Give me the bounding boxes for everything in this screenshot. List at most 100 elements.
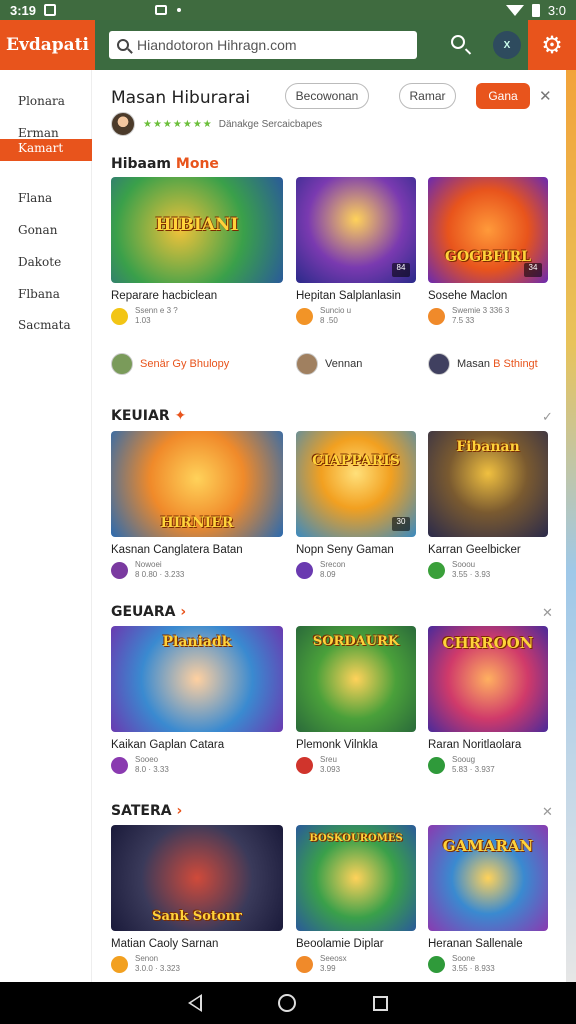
back-icon[interactable] [188, 994, 203, 1012]
game-thumbnail[interactable]: Sank Sotonr [111, 825, 283, 931]
game-title[interactable]: Matian Caoly Sarnan [111, 938, 231, 950]
sidebar-item-6[interactable]: Flbana [18, 287, 60, 301]
sidebar-item-7[interactable]: Sacmata [18, 318, 71, 332]
sidebar-item-5[interactable]: Dakote [18, 255, 61, 269]
search-box[interactable] [109, 31, 417, 59]
right-edge-decoration [566, 70, 576, 982]
meta-text: Dänakge Sercaicbapes [218, 118, 323, 130]
game-title[interactable]: Kaikan Gaplan Catara [111, 739, 231, 751]
game-title[interactable]: Sosehe Maclon [428, 290, 548, 302]
creator-chip[interactable]: Vennan [296, 353, 362, 375]
game-card[interactable]: CIAPPARIS 30 Nopn Seny Gaman Srecon 8.09 [296, 431, 416, 580]
game-thumbnail[interactable]: HIRNIER [111, 431, 283, 537]
creator-avatar [111, 353, 133, 375]
game-title[interactable]: Nopn Seny Gaman [296, 544, 416, 556]
system-nav-bar [0, 982, 576, 1024]
section-close-icon[interactable]: ✕ [542, 605, 553, 621]
outline-button-2[interactable]: Ramar [399, 83, 456, 109]
creator-avatar [296, 353, 318, 375]
message-icon [155, 5, 167, 15]
game-title[interactable]: Hepitan Salplanlasin [296, 290, 416, 302]
status-time: 3:19 [10, 2, 37, 18]
game-thumbnail[interactable]: Planiadk [111, 626, 283, 732]
game-card[interactable]: 84 Hepitan Salplanlasin Suncio u8 .50 [296, 177, 416, 326]
game-card[interactable]: Sank Sotonr Matian Caoly Sarnan Senon 3.0… [111, 825, 283, 974]
game-badge-icon [428, 561, 445, 579]
game-badge-icon [111, 756, 128, 774]
game-thumbnail[interactable]: BOSKOUROMES [296, 825, 416, 931]
game-card[interactable]: Planiadk Kaikan Gaplan Catara Sooeo 8.0 ·… [111, 626, 283, 775]
game-card[interactable]: BOSKOUROMES Beoolamie Diplar Seeosx 3.99 [296, 825, 416, 974]
creator-chip[interactable]: Senär Gy Bhulopy [111, 353, 229, 375]
recent-apps-icon[interactable] [372, 995, 388, 1011]
status-mid-icons [155, 5, 181, 15]
section-check-icon[interactable]: ✓ [542, 409, 553, 425]
notification-icon [44, 4, 57, 16]
game-card[interactable]: Fibanan Karran Geelbicker Sooou 3.55 · 3.… [428, 431, 548, 580]
game-title[interactable]: Raran Noritlaolara [428, 739, 548, 751]
primary-button[interactable]: Gana [476, 83, 530, 109]
game-badge-icon [296, 955, 313, 973]
home-icon[interactable] [278, 994, 297, 1012]
game-card[interactable]: CHRROON Raran Noritlaolara Sooug 5.83 · 3… [428, 626, 548, 775]
game-thumbnail[interactable]: Fibanan [428, 431, 548, 537]
outline-button-1[interactable]: Becowonan [285, 83, 369, 109]
author-avatar [111, 112, 135, 136]
game-card[interactable]: GOGBFIRL 34 Sosehe Maclon Swemie 3 336 3… [428, 177, 548, 326]
game-badge-icon [111, 955, 128, 973]
close-icon[interactable]: ✕ [539, 87, 552, 105]
game-thumbnail[interactable]: CHRROON [428, 626, 548, 732]
battery-icon [531, 3, 540, 17]
game-badge-icon [296, 756, 313, 774]
search-icon [117, 39, 129, 51]
creator-name: Senär Gy Bhulopy [140, 358, 230, 370]
settings-gear-icon[interactable]: ⚙ [528, 20, 576, 70]
game-thumbnail[interactable]: GOGBFIRL 34 [428, 177, 548, 283]
game-thumbnail[interactable]: HIBIANI [111, 177, 283, 283]
main-content: Masan Hiburarai Becowonan Ramar Gana ✕ ★… [92, 70, 566, 982]
sidebar-item-0[interactable]: Plonara [18, 94, 65, 108]
creator-name: Masan B Sthingt [457, 358, 538, 370]
section-title: GEUARA › [111, 604, 187, 620]
game-badge-icon [428, 307, 445, 325]
game-title[interactable]: Heranan Sallenale [428, 938, 548, 950]
game-badge-icon [111, 307, 128, 325]
game-card[interactable]: GAMARAN Heranan Sallenale Soone 3.55 · 8.… [428, 825, 548, 974]
creator-chip[interactable]: Masan B Sthingt [428, 353, 538, 375]
game-badge-icon [428, 955, 445, 973]
app-bar: Evdapati X ⚙ [0, 20, 576, 70]
section-title: Hibaam Mone [111, 156, 219, 172]
search-button-icon[interactable] [451, 35, 472, 55]
game-title[interactable]: Reparare hacbiclean [111, 290, 231, 302]
dot-icon [177, 8, 181, 12]
section-title: SATERA › [111, 803, 183, 819]
section-close-icon[interactable]: ✕ [542, 804, 553, 820]
game-title[interactable]: Beoolamie Diplar [296, 938, 416, 950]
sidebar-item-1[interactable]: Erman [18, 126, 59, 140]
game-thumbnail[interactable]: SORDAURK [296, 626, 416, 732]
sidebar-item-2-label: Kamart [18, 141, 64, 155]
search-input[interactable] [137, 37, 397, 53]
status-right: 3:0 [505, 2, 566, 18]
game-thumbnail[interactable]: CIAPPARIS 30 [296, 431, 416, 537]
game-title[interactable]: Karran Geelbicker [428, 544, 548, 556]
sidebar-item-4[interactable]: Gonan [18, 223, 57, 237]
game-title[interactable]: Kasnan Canglatera Batan [111, 544, 243, 556]
game-card[interactable]: SORDAURK Plemonk Vilnkla Sreu 3.093 [296, 626, 416, 775]
sidebar-item-3[interactable]: Flana [18, 191, 52, 205]
game-badge-icon [296, 561, 313, 579]
creator-avatar [428, 353, 450, 375]
header-meta: ★★★★★★★ Dänakge Sercaicbapes [111, 112, 322, 136]
sidebar-item-2-active[interactable]: Kamart [0, 139, 92, 161]
sidebar: Plonara Erman Kamart Flana Gonan Dakote … [0, 70, 92, 982]
status-right-text: 3:0 [547, 2, 566, 18]
game-thumbnail[interactable]: 84 [296, 177, 416, 283]
game-thumbnail[interactable]: GAMARAN [428, 825, 548, 931]
app-logo[interactable]: Evdapati [0, 20, 95, 70]
game-card[interactable]: HIRNIER Kasnan Canglatera Batan Nowoei 8 … [111, 431, 283, 580]
game-title[interactable]: Plemonk Vilnkla [296, 739, 416, 751]
user-avatar[interactable]: X [493, 31, 521, 59]
creator-name: Vennan [325, 358, 363, 370]
game-badge-icon [111, 561, 128, 579]
game-card[interactable]: HIBIANI Reparare hacbiclean Ssenn e 3 ? 1… [111, 177, 283, 326]
